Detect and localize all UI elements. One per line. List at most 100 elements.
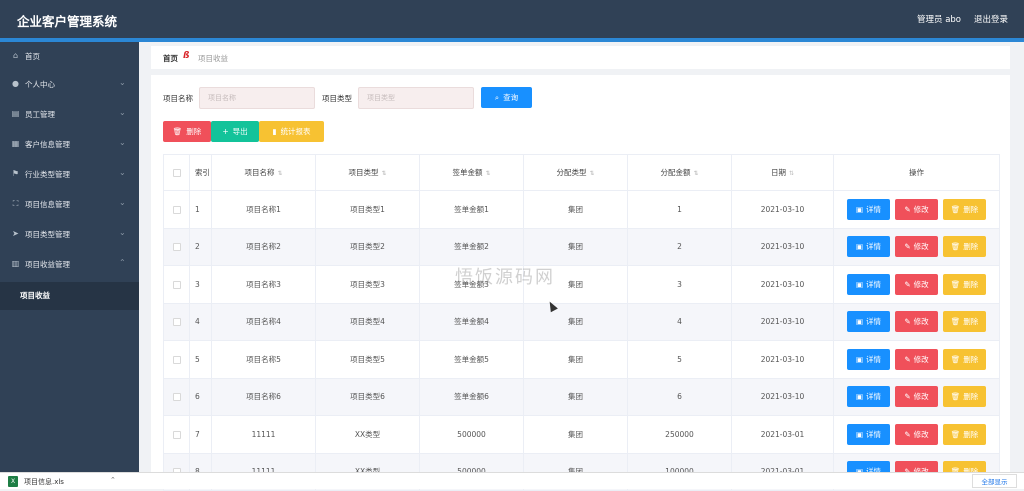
row-checkbox[interactable] — [172, 355, 181, 364]
sidebar-item-label: 项目类型管理 — [25, 230, 70, 239]
delete-button[interactable]: 🗑删除 — [943, 273, 986, 295]
sort-icon[interactable]: ⇅ — [277, 170, 282, 177]
sort-icon[interactable]: ⇅ — [789, 170, 794, 177]
chevron-up-icon[interactable]: ⌃ — [110, 476, 116, 484]
edit-button[interactable]: ✎修改 — [895, 423, 938, 445]
column-header-name[interactable]: 项目名称 ⇅ — [211, 154, 316, 191]
trash-icon: 🗑 — [950, 429, 961, 439]
cell-ops: ▣详情✎修改🗑删除 — [833, 340, 1000, 379]
column-header-label: 签单金额 — [452, 168, 483, 177]
column-header-label: 项目名称 — [244, 168, 275, 177]
logout-link[interactable]: 退出登录 — [974, 13, 1008, 25]
row-checkbox[interactable] — [172, 318, 181, 327]
row-checkbox[interactable] — [172, 430, 181, 439]
delete-button[interactable]: 🗑删除 — [943, 348, 986, 370]
cell-date: 2021-03-10 — [731, 227, 834, 266]
detail-button[interactable]: ▣详情 — [847, 348, 890, 370]
sidebar-item-industry-type[interactable]: ⚑ 行业类型管理 ⌄ — [0, 160, 139, 190]
edit-label: 修改 — [913, 204, 929, 214]
cell-type: 项目类型2 — [315, 227, 420, 266]
sidebar-item-staff[interactable]: ▤ 员工管理 ⌄ — [0, 100, 139, 130]
edit-button[interactable]: ✎修改 — [895, 236, 938, 258]
row-select-cell[interactable] — [163, 415, 190, 454]
cell-ops: ▣详情✎修改🗑删除 — [833, 415, 1000, 454]
edit-label: 修改 — [913, 392, 929, 402]
sidebar-subitem-label: 项目收益 — [20, 291, 50, 300]
row-select-cell[interactable] — [163, 265, 190, 304]
cell-index: 6 — [189, 377, 212, 416]
row-select-cell[interactable] — [163, 227, 190, 266]
cell-index: 4 — [189, 302, 212, 341]
sidebar-item-personal-center[interactable]: ● 个人中心 ⌄ — [0, 70, 139, 100]
project-type-input[interactable] — [358, 87, 474, 109]
select-all-checkbox[interactable] — [172, 169, 181, 177]
delete-button[interactable]: 🗑删除 — [943, 236, 986, 258]
sidebar-subitem-project-revenue[interactable]: 项目收益 — [0, 282, 139, 310]
delete-button[interactable]: 🗑删除 — [943, 423, 986, 445]
detail-button[interactable]: ▣详情 — [847, 423, 890, 445]
sort-icon[interactable]: ⇅ — [381, 170, 386, 177]
row-select-cell[interactable] — [163, 302, 190, 341]
detail-icon: ▣ — [855, 279, 864, 289]
select-all-cell[interactable] — [163, 154, 190, 191]
batch-delete-button[interactable]: 🗑 删除 — [163, 121, 211, 142]
cell-ops: ▣详情✎修改🗑删除 — [833, 265, 1000, 304]
detail-button[interactable]: ▣详情 — [847, 236, 890, 258]
breadcrumb-home[interactable]: 首页 — [163, 53, 178, 64]
breadcrumb: 首页 ß 项目收益 — [151, 46, 1010, 69]
delete-button[interactable]: 🗑删除 — [943, 198, 986, 220]
column-header-dist-type[interactable]: 分配类型 ⇅ — [523, 154, 628, 191]
sidebar-item-project-type[interactable]: ➤ 项目类型管理 ⌄ — [0, 220, 139, 250]
column-header-type[interactable]: 项目类型 ⇅ — [315, 154, 420, 191]
sidebar-item-project-info[interactable]: ⛶ 项目信息管理 ⌄ — [0, 190, 139, 220]
cell-index: 3 — [189, 265, 212, 304]
row-select-cell[interactable] — [163, 190, 190, 229]
edit-button[interactable]: ✎修改 — [895, 273, 938, 295]
edit-button[interactable]: ✎修改 — [895, 311, 938, 333]
admin-user-label[interactable]: 管理员 abo — [917, 13, 961, 25]
user-icon: ● — [12, 79, 19, 88]
table-row: 7 11111 XX类型 500000 集团 250000 2021-03-01 ▣ 详情 ✎ 修改… — [163, 415, 1000, 454]
sidebar-item-project-revenue[interactable]: ▥ 项目收益管理 ⌃ — [0, 250, 139, 280]
pencil-icon: ✎ — [904, 429, 911, 439]
row-select-cell[interactable] — [163, 340, 190, 379]
edit-button[interactable]: ✎修改 — [895, 348, 938, 370]
column-header-amount[interactable]: 签单金额 ⇅ — [419, 154, 524, 191]
row-checkbox[interactable] — [172, 280, 181, 289]
sidebar-item-home[interactable]: ⌂ 首页 — [0, 42, 139, 72]
row-checkbox[interactable] — [172, 205, 181, 214]
row-checkbox[interactable] — [172, 243, 181, 252]
row-checkbox[interactable] — [172, 393, 181, 402]
column-header-date[interactable]: 日期 ⇅ — [731, 154, 834, 191]
staff-icon: ▤ — [11, 109, 20, 118]
edit-button[interactable]: ✎修改 — [895, 386, 938, 408]
trash-icon: 🗑 — [950, 279, 961, 289]
show-all-downloads-button[interactable]: 全部显示 — [972, 474, 1017, 488]
delete-button[interactable]: 🗑删除 — [943, 311, 986, 333]
detail-icon: ▣ — [855, 429, 864, 439]
chevron-down-icon: ⌄ — [119, 138, 126, 147]
detail-button[interactable]: ▣详情 — [847, 386, 890, 408]
cell-amount: 签单金额1 — [419, 190, 524, 229]
export-button[interactable]: + 导出 — [211, 121, 259, 142]
cell-ops: ▣详情✎修改🗑删除 — [833, 302, 1000, 341]
column-header-dist-amount[interactable]: 分配金额 ⇅ — [627, 154, 732, 191]
delete-button[interactable]: 🗑删除 — [943, 386, 986, 408]
sort-icon[interactable]: ⇅ — [485, 170, 490, 177]
edit-button[interactable]: ✎修改 — [895, 198, 938, 220]
detail-button[interactable]: ▣详情 — [847, 198, 890, 220]
sort-icon[interactable]: ⇅ — [693, 170, 698, 177]
query-button[interactable]: ⌕ 查询 — [481, 87, 532, 108]
sidebar-item-customer-info[interactable]: ▦ 客户信息管理 ⌄ — [0, 130, 139, 160]
pencil-icon: ✎ — [904, 242, 911, 252]
download-file-name[interactable]: 项目信息.xls — [24, 477, 64, 487]
sort-icon[interactable]: ⇅ — [589, 170, 594, 177]
detail-button[interactable]: ▣详情 — [847, 311, 890, 333]
detail-button[interactable]: ▣详情 — [847, 273, 890, 295]
cell-name: 项目名称6 — [211, 377, 316, 416]
row-select-cell[interactable] — [163, 377, 190, 416]
stats-report-button[interactable]: ▮ 统计报表 — [259, 121, 324, 142]
project-name-input[interactable] — [199, 87, 315, 109]
edit-label: 修改 — [913, 279, 929, 289]
trash-icon: 🗑 — [950, 204, 961, 214]
